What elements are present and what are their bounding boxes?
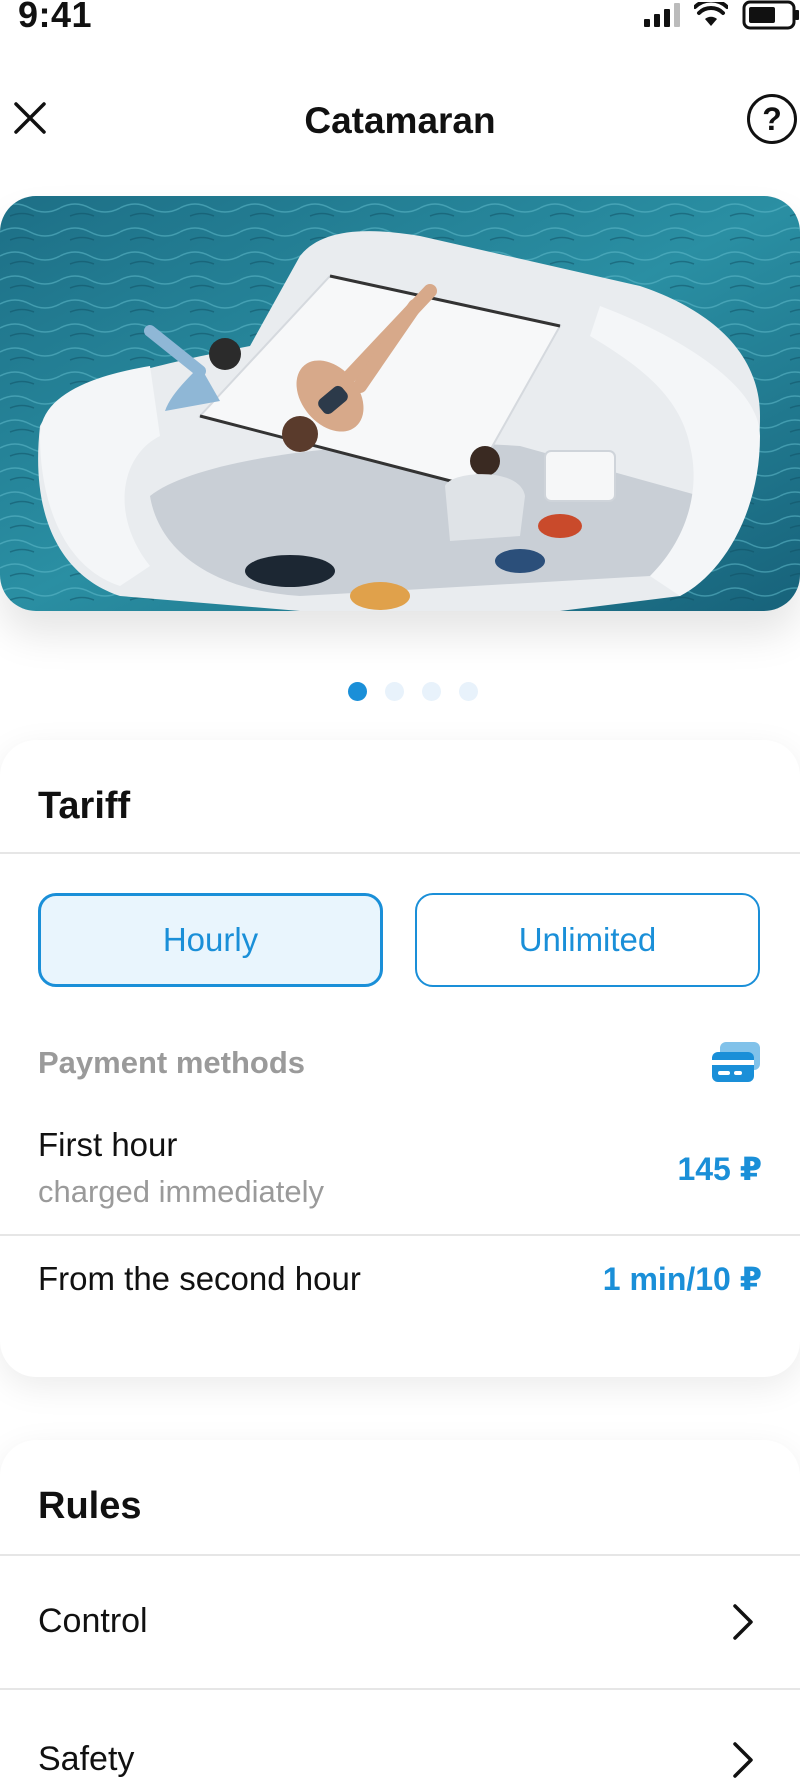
second-hour-label: From the second hour <box>38 1260 361 1297</box>
status-icons <box>644 0 800 30</box>
payment-methods-label: Payment methods <box>38 1045 306 1080</box>
carousel-dot-4[interactable] <box>459 682 478 701</box>
divider <box>0 1234 800 1236</box>
rules-item-control[interactable]: Control <box>0 1556 800 1690</box>
page-title: Catamaran <box>304 100 496 141</box>
rules-item-label: Safety <box>38 1740 135 1778</box>
rules-title: Rules <box>38 1485 142 1527</box>
signal-icon <box>644 3 680 27</box>
status-bar: 9:41 <box>0 0 800 40</box>
tariff-title: Tariff <box>38 785 131 827</box>
credit-card-icon[interactable] <box>712 1042 760 1084</box>
carousel-dots <box>0 682 800 701</box>
tariff-card: Tariff Hourly Unlimited Payment methods … <box>0 740 800 1377</box>
chevron-right-icon <box>733 1604 753 1640</box>
help-icon[interactable]: ? <box>747 94 797 144</box>
carousel-dot-3[interactable] <box>422 682 441 701</box>
chevron-right-icon <box>733 1742 753 1778</box>
second-hour-price: 1 min/10 ₽ <box>602 1261 762 1297</box>
carousel-dot-1[interactable] <box>348 682 367 701</box>
status-time: 9:41 <box>18 0 93 35</box>
catamaran-illustration <box>0 196 800 611</box>
tariff-option-unlimited[interactable]: Unlimited <box>415 893 760 987</box>
tariff-option-hourly[interactable]: Hourly <box>38 893 383 987</box>
rules-item-label: Control <box>38 1602 148 1640</box>
nav-bar: Catamaran ? <box>0 80 800 160</box>
carousel-dot-2[interactable] <box>385 682 404 701</box>
rules-card: Rules Control Safety <box>0 1440 800 1783</box>
app-screen: 9:41 Catamaran ? Tariff Hourly Unlimited… <box>0 0 800 1783</box>
battery-icon <box>742 0 799 30</box>
rules-item-safety[interactable]: Safety <box>0 1690 800 1783</box>
wifi-icon <box>694 2 728 26</box>
first-hour-sublabel: charged immediately <box>38 1174 325 1209</box>
divider <box>0 852 800 854</box>
first-hour-price: 145 ₽ <box>677 1151 762 1187</box>
first-hour-label: First hour <box>38 1126 178 1163</box>
catamaran-photo[interactable] <box>0 196 800 611</box>
